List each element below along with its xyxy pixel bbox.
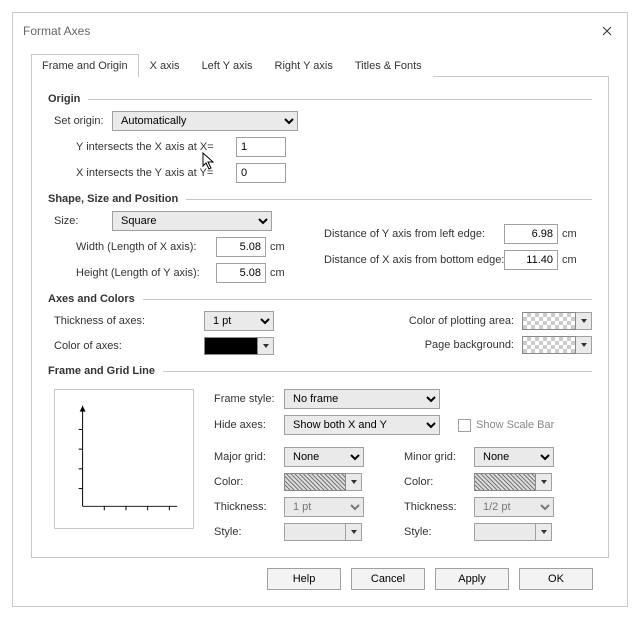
dist-y-label: Distance of Y axis from left edge: [324,228,504,240]
dist-x-input[interactable] [504,250,558,270]
close-icon [602,26,612,36]
width-label: Width (Length of X axis): [76,241,216,253]
section-title-origin: Origin [48,93,80,105]
section-title-shape: Shape, Size and Position [48,193,178,205]
dist-x-unit: cm [562,254,584,266]
minor-color-label: Color: [404,476,474,488]
tab-titles-fonts[interactable]: Titles & Fonts [344,54,433,77]
minor-grid-label: Minor grid: [404,451,474,463]
minor-grid-select[interactable]: None [474,447,554,467]
tab-frame-origin[interactable]: Frame and Origin [31,54,139,77]
content-area: Frame and Origin X axis Left Y axis Righ… [13,47,627,606]
plot-area-swatch [522,312,576,330]
format-axes-window: Format Axes Frame and Origin X axis Left… [12,12,628,607]
x-intersects-input[interactable] [236,163,286,183]
y-intersects-input[interactable] [236,137,286,157]
set-origin-select[interactable]: Automatically [112,111,298,131]
apply-button[interactable]: Apply [435,568,509,590]
color-axes-swatch [204,337,258,355]
section-title-axes: Axes and Colors [48,293,135,305]
major-grid-select[interactable]: None [284,447,364,467]
height-unit: cm [270,267,292,279]
minor-style-picker[interactable] [474,523,552,541]
minor-color-picker[interactable] [474,473,552,491]
minor-color-swatch [474,473,536,491]
color-axes-picker[interactable] [204,337,274,355]
thickness-select[interactable]: 1 pt [204,311,274,331]
dist-y-unit: cm [562,228,584,240]
tab-body: Origin Set origin: Automatically Y inter… [31,77,609,558]
height-label: Height (Length of Y axis): [76,267,216,279]
ok-button[interactable]: OK [519,568,593,590]
frame-style-select[interactable]: No frame [284,389,440,409]
major-style-picker[interactable] [284,523,362,541]
dist-x-label: Distance of X axis from bottom edge: [324,254,504,266]
window-title: Format Axes [23,24,90,38]
major-color-label: Color: [214,476,284,488]
help-button[interactable]: Help [267,568,341,590]
major-thickness-label: Thickness: [214,501,284,513]
page-bg-swatch [522,336,576,354]
section-origin: Origin Set origin: Automatically Y inter… [48,93,592,183]
titlebar: Format Axes [13,13,627,47]
show-scale-bar-checkbox[interactable] [458,419,471,432]
thickness-label: Thickness of axes: [54,315,204,327]
width-input[interactable] [216,237,266,257]
button-bar: Help Cancel Apply OK [31,558,609,590]
major-grid-label: Major grid: [214,451,284,463]
major-color-swatch [284,473,346,491]
page-bg-label: Page background: [425,339,514,351]
axes-preview [54,389,194,529]
close-button[interactable] [597,21,617,41]
set-origin-label: Set origin: [54,115,112,127]
tab-right-y-axis[interactable]: Right Y axis [264,54,344,77]
width-unit: cm [270,241,292,253]
minor-style-label: Style: [404,526,474,538]
plot-area-picker[interactable] [522,312,592,330]
tab-x-axis[interactable]: X axis [139,54,191,77]
section-axes-colors: Axes and Colors Thickness of axes: 1 pt … [48,293,592,355]
tab-left-y-axis[interactable]: Left Y axis [191,54,264,77]
size-label: Size: [54,215,112,227]
height-input[interactable] [216,263,266,283]
color-axes-label: Color of axes: [54,340,204,352]
dist-y-input[interactable] [504,224,558,244]
frame-style-label: Frame style: [214,393,284,405]
tab-strip: Frame and Origin X axis Left Y axis Righ… [31,53,609,77]
show-scale-bar-label: Show Scale Bar [476,419,554,431]
hide-axes-select[interactable]: Show both X and Y [284,415,440,435]
major-thickness-select[interactable]: 1 pt [284,497,364,517]
y-intersects-label: Y intersects the X axis at X= [76,141,236,153]
page-bg-picker[interactable] [522,336,592,354]
section-title-frame: Frame and Grid Line [48,365,155,377]
plot-area-label: Color of plotting area: [409,315,514,327]
section-frame-grid: Frame and Grid Line [48,365,592,541]
section-shape: Shape, Size and Position Size: Square Wi… [48,193,592,283]
major-style-label: Style: [214,526,284,538]
size-select[interactable]: Square [112,211,272,231]
major-color-picker[interactable] [284,473,362,491]
hide-axes-label: Hide axes: [214,419,284,431]
x-intersects-label: X intersects the Y axis at Y= [76,167,236,179]
minor-thickness-select[interactable]: 1/2 pt [474,497,554,517]
cancel-button[interactable]: Cancel [351,568,425,590]
minor-thickness-label: Thickness: [404,501,474,513]
